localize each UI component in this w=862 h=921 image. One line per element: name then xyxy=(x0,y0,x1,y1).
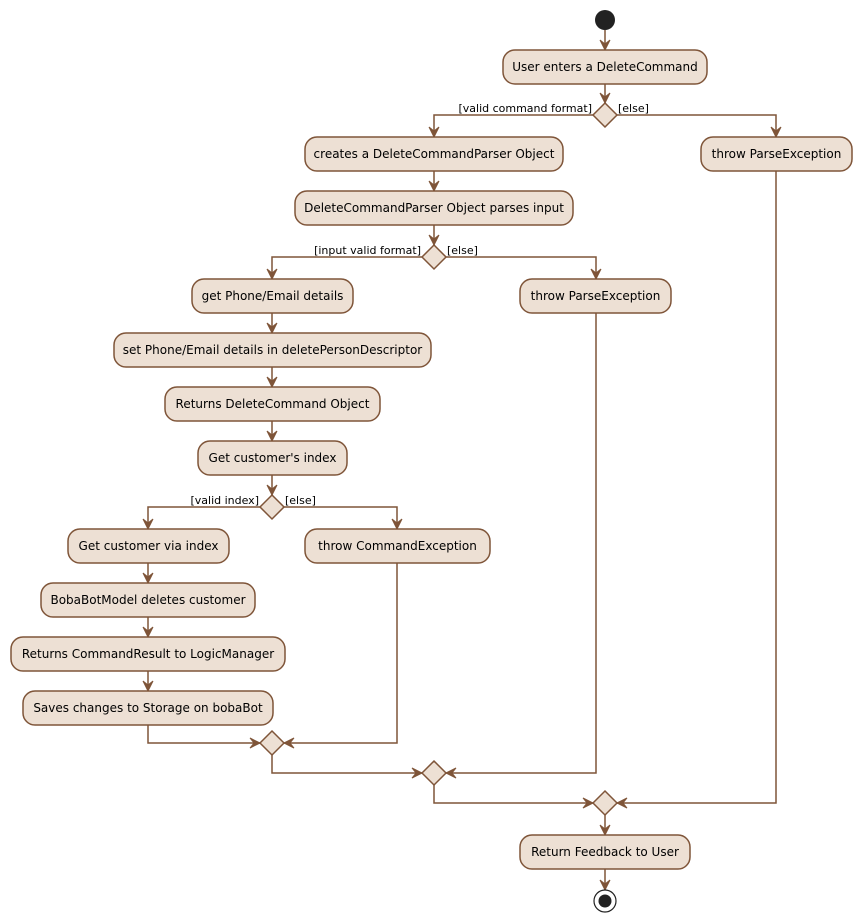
activity-label: creates a DeleteCommandParser Object xyxy=(314,147,555,161)
activity-returns-delete: Returns DeleteCommand Object xyxy=(164,386,381,422)
activity-user-enters: User enters a DeleteCommand xyxy=(502,49,708,85)
activity-return-feedback: Return Feedback to User xyxy=(519,834,691,870)
flow-edge xyxy=(617,114,777,137)
guard-label: [valid command format] xyxy=(458,102,592,115)
activity-throw-parse-2: throw ParseException xyxy=(519,278,672,314)
activity-model-deletes: BobaBotModel deletes customer xyxy=(40,582,256,618)
activity-label: Get customer's index xyxy=(209,451,337,465)
activity-label: get Phone/Email details xyxy=(202,289,344,303)
activity-label: Return Feedback to User xyxy=(531,845,679,859)
flow-edge xyxy=(446,256,597,279)
end-node xyxy=(593,889,617,913)
activity-label: Saves changes to Storage on bobaBot xyxy=(33,701,263,715)
decision-node xyxy=(591,101,619,129)
flow-edge xyxy=(147,506,260,529)
merge-node xyxy=(258,729,286,757)
flow-edge xyxy=(271,755,422,774)
activity-get-customer: Get customer via index xyxy=(67,528,230,564)
flow-edge xyxy=(433,785,593,804)
activity-label: throw ParseException xyxy=(712,147,842,161)
activity-get-index: Get customer's index xyxy=(197,440,348,476)
guard-label: [input valid format] xyxy=(314,244,421,257)
activity-label: Returns DeleteCommand Object xyxy=(176,397,370,411)
activity-label: throw CommandException xyxy=(318,539,477,553)
flow-edge xyxy=(284,563,398,744)
activity-set-details: set Phone/Email details in deletePersonD… xyxy=(113,332,432,368)
activity-label: BobaBotModel deletes customer xyxy=(50,593,245,607)
guard-label: [else] xyxy=(285,494,316,507)
guard-label: [else] xyxy=(618,102,649,115)
activity-label: Get customer via index xyxy=(79,539,219,553)
merge-node xyxy=(591,789,619,817)
activity-creates-parser: creates a DeleteCommandParser Object xyxy=(304,136,564,172)
activity-label: Returns CommandResult to LogicManager xyxy=(22,647,274,661)
activity-diagram: User enters a DeleteCommand creates a Del… xyxy=(10,10,853,913)
flow-edge xyxy=(147,725,260,744)
flow-edge xyxy=(271,256,422,279)
activity-label: User enters a DeleteCommand xyxy=(512,60,698,74)
decision-node xyxy=(420,243,448,271)
activity-saves-changes: Saves changes to Storage on bobaBot xyxy=(22,690,274,726)
merge-node xyxy=(420,759,448,787)
activity-label: set Phone/Email details in deletePersonD… xyxy=(123,343,423,357)
activity-throw-command: throw CommandException xyxy=(304,528,491,564)
flow-edge xyxy=(284,506,398,529)
guard-label: [else] xyxy=(447,244,478,257)
activity-label: DeleteCommandParser Object parses input xyxy=(304,201,564,215)
activity-get-details: get Phone/Email details xyxy=(191,278,354,314)
activity-label: throw ParseException xyxy=(531,289,661,303)
decision-node xyxy=(258,493,286,521)
activity-parser-parses: DeleteCommandParser Object parses input xyxy=(294,190,574,226)
activity-returns-result: Returns CommandResult to LogicManager xyxy=(10,636,286,672)
flow-edge xyxy=(433,114,593,137)
guard-label: [valid index] xyxy=(190,494,259,507)
flow-edge xyxy=(617,171,777,804)
activity-throw-parse-1: throw ParseException xyxy=(700,136,853,172)
start-node xyxy=(595,10,615,30)
